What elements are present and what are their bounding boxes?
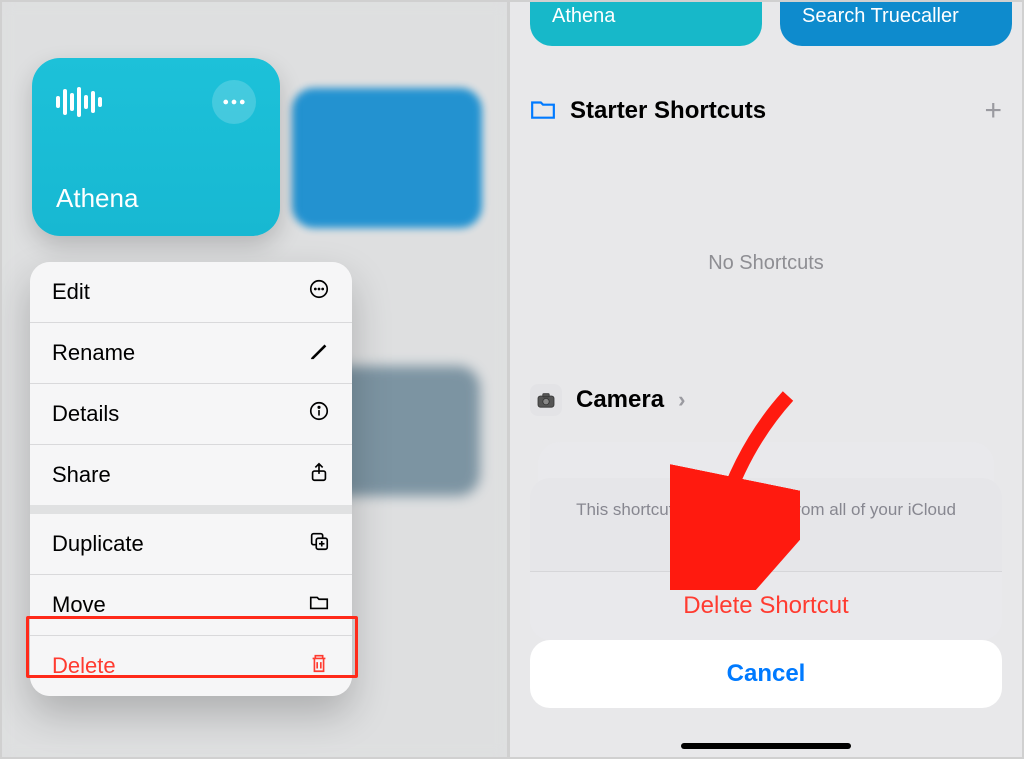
more-circle-icon xyxy=(308,278,330,306)
card-more-button[interactable] xyxy=(212,80,256,124)
menu-move-label: Move xyxy=(52,592,106,618)
add-shortcut-button[interactable]: + xyxy=(984,94,1002,128)
share-icon xyxy=(308,461,330,489)
camera-row[interactable]: Camera › xyxy=(530,384,1002,416)
menu-move[interactable]: Move xyxy=(30,574,352,635)
folder-icon xyxy=(308,591,330,619)
info-icon xyxy=(308,400,330,428)
menu-share[interactable]: Share xyxy=(30,444,352,505)
menu-share-label: Share xyxy=(52,462,111,488)
menu-edit-label: Edit xyxy=(52,279,90,305)
cancel-button[interactable]: Cancel xyxy=(530,640,1002,708)
left-screenshot: Athena Edit Rename Details xyxy=(2,2,510,757)
blurred-tile xyxy=(292,88,482,228)
delete-shortcut-button[interactable]: Delete Shortcut xyxy=(530,571,1002,640)
action-sheet-message: This shortcut will be deleted from all o… xyxy=(530,478,1002,571)
menu-delete-label: Delete xyxy=(52,653,116,679)
folder-title: Starter Shortcuts xyxy=(570,97,970,125)
chip-truecaller-label: Search Truecaller xyxy=(802,5,959,28)
chip-athena-label: Athena xyxy=(552,5,615,28)
menu-duplicate-label: Duplicate xyxy=(52,531,144,557)
camera-label: Camera xyxy=(576,386,664,414)
trash-icon xyxy=(308,652,330,680)
menu-edit[interactable]: Edit xyxy=(30,262,352,322)
menu-details[interactable]: Details xyxy=(30,383,352,444)
shortcut-card-athena[interactable]: Athena xyxy=(32,58,280,236)
menu-rename[interactable]: Rename xyxy=(30,322,352,383)
camera-icon xyxy=(530,384,562,416)
home-indicator xyxy=(681,743,851,749)
menu-rename-label: Rename xyxy=(52,340,135,366)
waveform-icon xyxy=(56,87,102,117)
folder-icon xyxy=(530,98,556,125)
menu-details-label: Details xyxy=(52,401,119,427)
context-menu: Edit Rename Details Share xyxy=(30,262,352,696)
pencil-icon xyxy=(308,339,330,367)
shortcut-card-title: Athena xyxy=(56,183,256,214)
empty-state-label: No Shortcuts xyxy=(510,252,1022,275)
menu-delete[interactable]: Delete xyxy=(30,635,352,696)
chip-truecaller[interactable]: Search Truecaller xyxy=(780,2,1012,46)
action-sheet: This shortcut will be deleted from all o… xyxy=(530,478,1002,640)
chip-athena[interactable]: Athena xyxy=(530,2,762,46)
right-screenshot: Athena Search Truecaller Starter Shortcu… xyxy=(510,2,1022,757)
menu-duplicate[interactable]: Duplicate xyxy=(30,514,352,574)
duplicate-icon xyxy=(308,530,330,558)
chevron-right-icon: › xyxy=(678,387,685,413)
folder-row-starter[interactable]: Starter Shortcuts + xyxy=(530,94,1002,128)
